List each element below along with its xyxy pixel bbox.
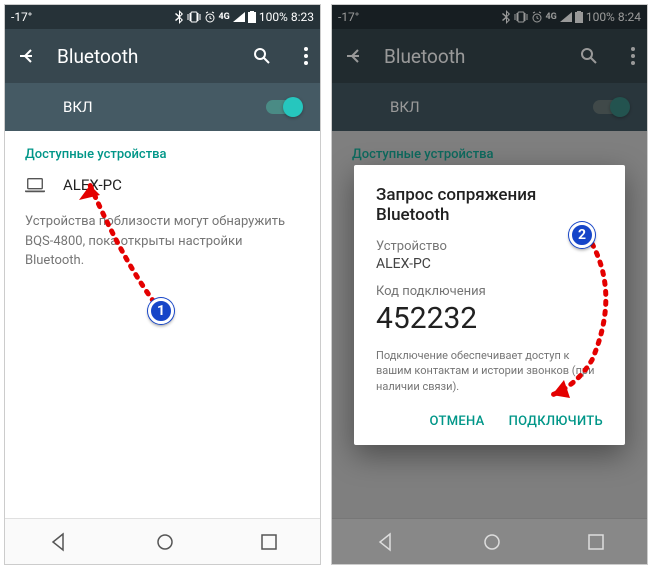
- laptop-icon: [25, 177, 45, 193]
- phone-left: -17° 4G 100% 8:23 Bluetooth ВКЛ: [4, 4, 321, 565]
- signal-icon: [560, 12, 572, 22]
- connect-button[interactable]: ПОДКЛЮЧИТЬ: [509, 414, 603, 429]
- back-icon[interactable]: [17, 46, 37, 66]
- device-item[interactable]: ALEX-PC: [25, 176, 300, 194]
- app-bar: Bluetooth: [5, 29, 320, 83]
- nav-home-icon[interactable]: [483, 533, 501, 551]
- temperature: -17°: [11, 10, 32, 24]
- dialog-device-label: Устройство: [376, 239, 603, 254]
- alarm-icon: [204, 11, 216, 23]
- dialog-device-name: ALEX-PC: [376, 256, 603, 272]
- bluetooth-toggle[interactable]: [266, 100, 300, 114]
- alarm-icon: [531, 11, 543, 23]
- discovery-hint: Устройства поблизости могут обнаружить B…: [25, 212, 300, 271]
- toggle-label: ВКЛ: [63, 98, 93, 116]
- battery-percent: 100%: [586, 10, 615, 24]
- clock: 8:24: [618, 10, 641, 24]
- nav-recent-icon[interactable]: [261, 534, 277, 550]
- toggle-row: ВКЛ: [5, 83, 320, 131]
- vibrate-icon: [514, 11, 528, 23]
- signal-4g-icon: 4G: [546, 12, 557, 22]
- back-icon[interactable]: [344, 46, 364, 66]
- section-header: Доступные устройства: [352, 147, 627, 162]
- cancel-button[interactable]: ОТМЕНА: [430, 414, 485, 429]
- nav-recent-icon[interactable]: [588, 534, 604, 550]
- more-icon[interactable]: [631, 47, 635, 65]
- signal-4g-icon: 4G: [219, 12, 230, 22]
- battery-icon: [248, 11, 256, 23]
- temperature: -17°: [338, 10, 359, 24]
- more-icon[interactable]: [304, 47, 308, 65]
- dialog-note: Подключение обеспечивает доступ к вашим …: [376, 348, 603, 394]
- status-bar: -17° 4G 100% 8:24: [332, 5, 647, 29]
- search-icon[interactable]: [579, 46, 599, 66]
- bluetooth-toggle[interactable]: [593, 100, 627, 114]
- search-icon[interactable]: [252, 46, 272, 66]
- annotation-badge-1: 1: [148, 298, 174, 324]
- annotation-badge-2: 2: [569, 222, 595, 248]
- section-header: Доступные устройства: [25, 147, 300, 162]
- pairing-dialog: Запрос сопряжения Bluetooth Устройство A…: [354, 165, 625, 445]
- dialog-title: Запрос сопряжения Bluetooth: [376, 185, 603, 225]
- status-bar: -17° 4G 100% 8:23: [5, 5, 320, 29]
- dialog-code: 452232: [376, 301, 603, 336]
- bluetooth-icon: [174, 10, 184, 24]
- page-title: Bluetooth: [384, 45, 559, 68]
- phone-right: -17° 4G 100% 8:24 Bluetooth ВКЛ: [331, 4, 648, 565]
- nav-back-icon[interactable]: [49, 532, 69, 552]
- battery-icon: [575, 11, 583, 23]
- nav-home-icon[interactable]: [156, 533, 174, 551]
- nav-bar: [5, 518, 320, 564]
- vibrate-icon: [187, 11, 201, 23]
- toggle-row: ВКЛ: [332, 83, 647, 131]
- nav-bar: [332, 518, 647, 564]
- clock: 8:23: [291, 10, 314, 24]
- battery-percent: 100%: [259, 10, 288, 24]
- app-bar: Bluetooth: [332, 29, 647, 83]
- signal-icon: [233, 12, 245, 22]
- content-area: Доступные устройства ALEX-PC Устройства …: [5, 131, 320, 287]
- dialog-code-label: Код подключения: [376, 284, 603, 299]
- toggle-label: ВКЛ: [390, 98, 420, 116]
- page-title: Bluetooth: [57, 45, 232, 68]
- device-name: ALEX-PC: [63, 176, 122, 194]
- nav-back-icon[interactable]: [376, 532, 396, 552]
- bluetooth-icon: [501, 10, 511, 24]
